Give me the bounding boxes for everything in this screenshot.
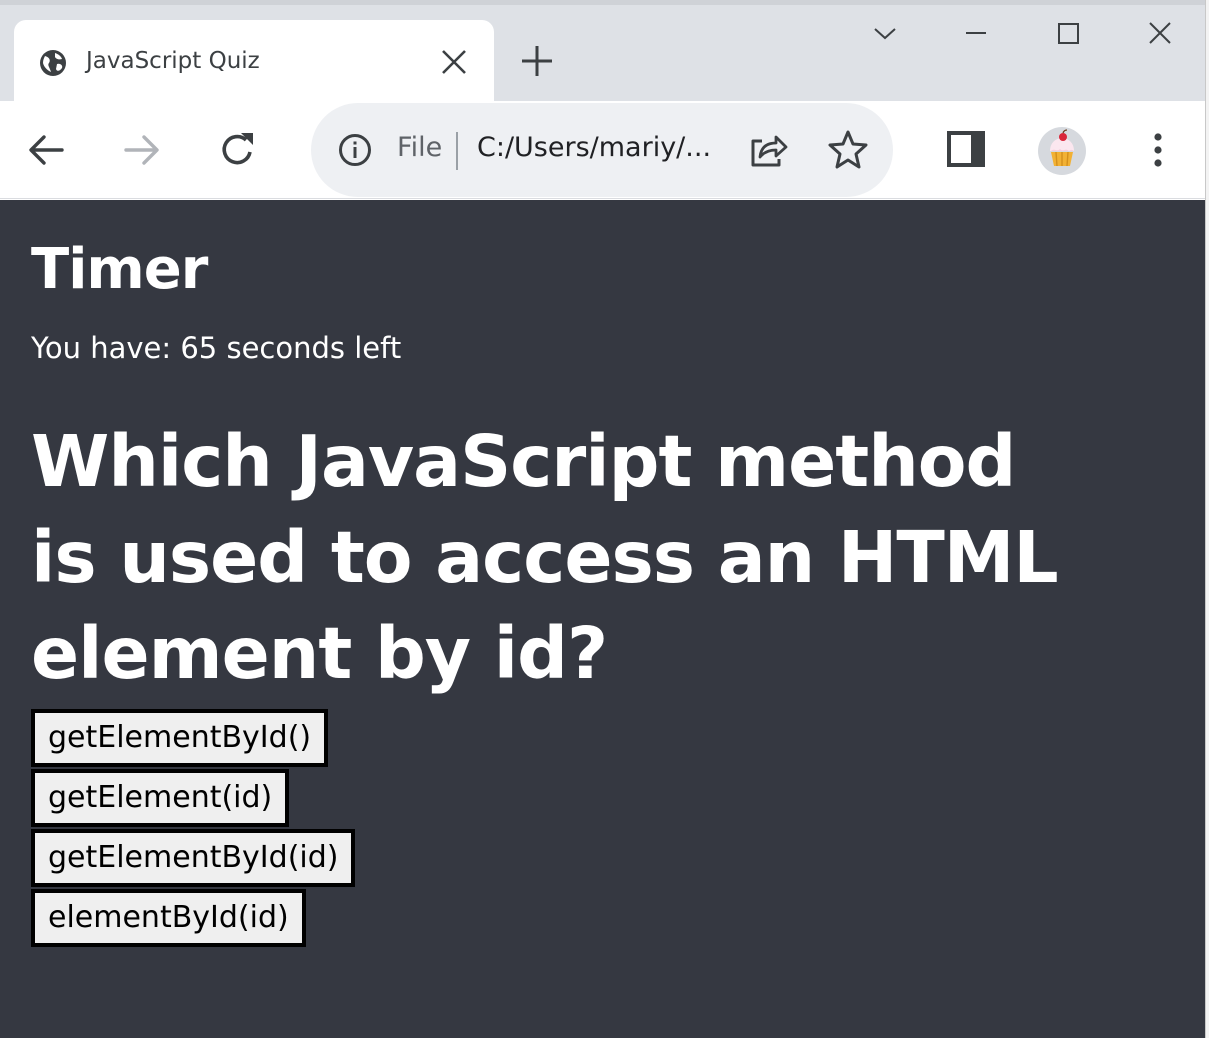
new-tab-button[interactable] — [518, 42, 556, 80]
tab-javascript-quiz[interactable]: JavaScript Quiz — [14, 20, 494, 101]
answer-button-1[interactable]: getElementById() — [31, 709, 329, 767]
url-text[interactable]: C:/Users/mariy/... — [477, 132, 711, 163]
background-window-edge — [1205, 0, 1209, 1038]
tab-title: JavaScript Quiz — [86, 48, 260, 74]
globe-icon — [40, 50, 66, 76]
maximize-button[interactable] — [1050, 16, 1086, 52]
cupcake-icon — [1050, 129, 1074, 167]
site-info-icon[interactable] — [335, 130, 375, 170]
reload-icon[interactable] — [216, 128, 260, 172]
url-scheme-label: File — [397, 132, 443, 163]
profile-avatar[interactable] — [1038, 127, 1086, 175]
minimize-button[interactable] — [958, 16, 994, 52]
address-separator — [456, 132, 458, 170]
forward-arrow-icon[interactable] — [120, 128, 164, 172]
browser-window: JavaScript Quiz File C:/Users/mariy/... … — [0, 0, 1205, 1038]
timer-countdown: You have: 65 seconds left — [31, 331, 402, 365]
tab-strip: JavaScript Quiz — [0, 0, 1205, 101]
share-icon[interactable] — [745, 127, 791, 173]
answer-button-2[interactable]: getElement(id) — [31, 769, 290, 827]
answer-button-4[interactable]: elementById(id) — [31, 889, 306, 947]
answer-list: getElementById() getElement(id) getEleme… — [31, 709, 356, 949]
address-bar[interactable]: File C:/Users/mariy/... — [311, 103, 893, 197]
menu-dots-icon[interactable] — [1136, 128, 1180, 172]
answer-button-3[interactable]: getElementById(id) — [31, 829, 356, 887]
timer-heading: Timer — [31, 237, 208, 302]
close-window-button[interactable] — [1142, 16, 1178, 52]
bookmark-star-icon[interactable] — [825, 127, 871, 173]
page-content: Timer You have: 65 seconds left Which Ja… — [0, 200, 1205, 1038]
back-arrow-icon[interactable] — [24, 128, 68, 172]
quiz-question: Which JavaScript method is used to acces… — [31, 420, 1059, 695]
window-top-edge — [0, 0, 1205, 5]
side-panel-icon[interactable] — [944, 127, 988, 171]
tab-search-chevron-icon[interactable] — [867, 16, 903, 52]
close-tab-icon[interactable] — [438, 46, 470, 78]
browser-toolbar: File C:/Users/mariy/... — [0, 101, 1205, 199]
